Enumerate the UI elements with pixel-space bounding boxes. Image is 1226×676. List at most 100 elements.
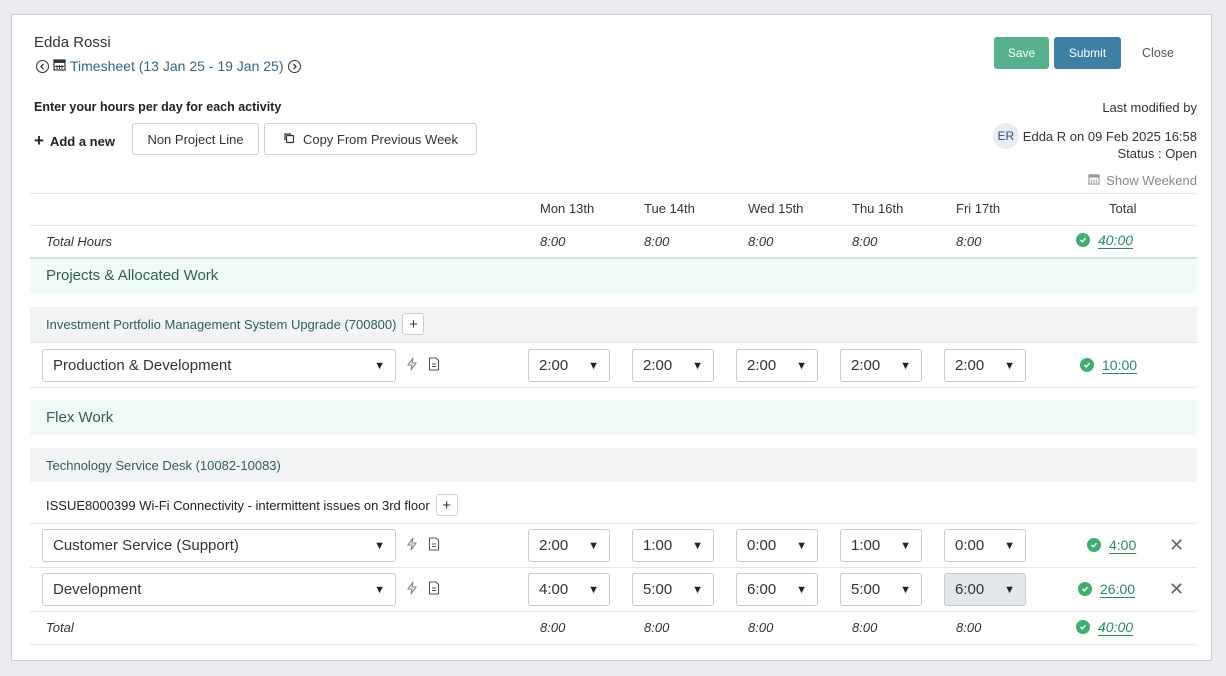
- hours-value: 2:00: [539, 537, 569, 554]
- hours-value: 5:00: [851, 581, 881, 598]
- avatar: ER: [992, 123, 1019, 149]
- show-weekend-toggle[interactable]: Show Weekend: [1088, 173, 1197, 188]
- hours-select[interactable]: 6:00 ▼: [736, 573, 818, 606]
- dropdown-caret-icon: ▼: [692, 583, 703, 596]
- dropdown-caret-icon: ▼: [1004, 583, 1015, 596]
- submit-button[interactable]: Submit: [1054, 37, 1121, 69]
- project-name: Technology Service Desk (10082-10083): [46, 458, 281, 473]
- hours-select[interactable]: 0:00 ▼: [736, 529, 818, 562]
- total-hours-sum[interactable]: 40:00: [1076, 232, 1133, 248]
- hours-select[interactable]: 2:00 ▼: [944, 349, 1026, 382]
- activity-value: Customer Service (Support): [53, 537, 239, 554]
- total-hours-value: 8:00: [644, 234, 670, 249]
- dropdown-caret-icon: ▼: [692, 359, 703, 372]
- lightning-icon[interactable]: [406, 537, 418, 554]
- divider: [30, 342, 1197, 343]
- hours-select[interactable]: 5:00 ▼: [840, 573, 922, 606]
- non-project-line-button[interactable]: Non Project Line: [132, 123, 259, 155]
- copy-previous-week-button[interactable]: Copy From Previous Week: [264, 123, 477, 155]
- copy-previous-week-label: Copy From Previous Week: [302, 131, 459, 147]
- hours-value: 2:00: [955, 357, 985, 374]
- hours-value: 2:00: [851, 357, 881, 374]
- note-icon[interactable]: [428, 581, 440, 598]
- hours-value: 1:00: [851, 537, 881, 554]
- row-actions: [406, 581, 440, 598]
- activity-value: Development: [53, 581, 142, 598]
- dropdown-caret-icon: ▼: [796, 583, 807, 596]
- activity-select[interactable]: Development ▼: [42, 573, 396, 606]
- row-total-value: 4:00: [1109, 537, 1137, 553]
- hours-select[interactable]: 2:00 ▼: [736, 349, 818, 382]
- lightning-icon[interactable]: [406, 357, 418, 374]
- project-band: Technology Service Desk (10082-10083): [30, 448, 1197, 482]
- total-hours-sum-value: 40:00: [1098, 232, 1134, 248]
- modified-text: Edda R on 09 Feb 2025 16:58: [1022, 128, 1197, 144]
- hours-value: 0:00: [955, 537, 985, 554]
- dropdown-caret-icon: ▼: [900, 359, 911, 372]
- close-button[interactable]: Close: [1130, 37, 1186, 69]
- project-band: Investment Portfolio Management System U…: [30, 307, 1197, 342]
- section-title: Flex Work: [46, 409, 114, 426]
- total-hours-value: 8:00: [748, 234, 774, 249]
- row-total[interactable]: 26:00: [1078, 581, 1135, 597]
- row-total[interactable]: 10:00: [1080, 357, 1137, 373]
- divider: [30, 644, 1197, 645]
- hours-select[interactable]: 0:00 ▼: [944, 529, 1026, 562]
- next-week-icon[interactable]: [287, 59, 301, 73]
- row-total[interactable]: 4:00: [1087, 537, 1136, 553]
- divider: [30, 193, 1197, 194]
- note-icon[interactable]: [428, 537, 440, 554]
- dropdown-caret-icon: ▼: [374, 583, 385, 596]
- activity-value: Production & Development: [53, 357, 232, 374]
- hours-select[interactable]: 5:00 ▼: [632, 573, 714, 606]
- hours-select-focused[interactable]: 6:00 ▼: [944, 573, 1026, 606]
- remove-row-icon[interactable]: ✕: [1169, 535, 1184, 556]
- hours-select[interactable]: 1:00 ▼: [632, 529, 714, 562]
- divider: [30, 523, 1197, 524]
- check-circle-icon: [1076, 233, 1090, 247]
- timesheet-title-link[interactable]: Timesheet (13 Jan 25 - 19 Jan 25): [70, 58, 284, 74]
- hours-value: 0:00: [747, 537, 777, 554]
- activity-select[interactable]: Customer Service (Support) ▼: [42, 529, 396, 562]
- hours-select[interactable]: 1:00 ▼: [840, 529, 922, 562]
- dropdown-caret-icon: ▼: [692, 539, 703, 552]
- row-actions: [406, 537, 440, 554]
- calendar-icon: [1088, 173, 1100, 188]
- issue-name: ISSUE8000399 Wi-Fi Connectivity - interm…: [46, 497, 430, 513]
- activity-select[interactable]: Production & Development ▼: [42, 349, 396, 382]
- prev-week-icon[interactable]: [36, 59, 49, 73]
- note-icon[interactable]: [428, 357, 440, 374]
- day-header: Wed 15th: [748, 201, 804, 216]
- project-name: Investment Portfolio Management System U…: [46, 316, 397, 332]
- dropdown-caret-icon: ▼: [374, 359, 385, 372]
- hours-select[interactable]: 2:00 ▼: [528, 349, 610, 382]
- lightning-icon[interactable]: [406, 581, 418, 598]
- timesheet-nav: Timesheet (13 Jan 25 - 19 Jan 25): [36, 58, 301, 74]
- plus-icon: +: [34, 131, 44, 150]
- issue-title: ISSUE8000399 Wi-Fi Connectivity - interm…: [46, 494, 458, 516]
- remove-row-icon[interactable]: ✕: [1169, 579, 1184, 600]
- hours-value: 2:00: [747, 357, 777, 374]
- dropdown-caret-icon: ▼: [588, 359, 599, 372]
- non-project-line-label: Non Project Line: [147, 131, 244, 147]
- add-new-control[interactable]: + Add a new: [34, 131, 115, 151]
- row-total-value: 26:00: [1100, 581, 1136, 597]
- hours-value: 6:00: [955, 581, 985, 598]
- employee-name: Edda Rossi: [34, 34, 111, 51]
- add-activity-button[interactable]: +: [402, 313, 425, 335]
- section-band-projects: Projects & Allocated Work: [30, 259, 1197, 293]
- hours-select[interactable]: 4:00 ▼: [528, 573, 610, 606]
- hours-select[interactable]: 2:00 ▼: [632, 349, 714, 382]
- calendar-icon: [53, 58, 66, 74]
- save-button[interactable]: Save: [994, 37, 1049, 69]
- check-circle-icon: [1087, 538, 1101, 552]
- project-title: Investment Portfolio Management System U…: [46, 313, 425, 335]
- hours-select[interactable]: 2:00 ▼: [840, 349, 922, 382]
- total-column-header: Total: [1109, 201, 1137, 216]
- grand-total[interactable]: 40:00: [1076, 619, 1133, 635]
- row-total-value: 10:00: [1102, 357, 1138, 373]
- add-activity-button[interactable]: +: [435, 494, 458, 516]
- day-header: Thu 16th: [852, 201, 904, 216]
- hours-select[interactable]: 2:00 ▼: [528, 529, 610, 562]
- check-circle-icon: [1080, 358, 1094, 372]
